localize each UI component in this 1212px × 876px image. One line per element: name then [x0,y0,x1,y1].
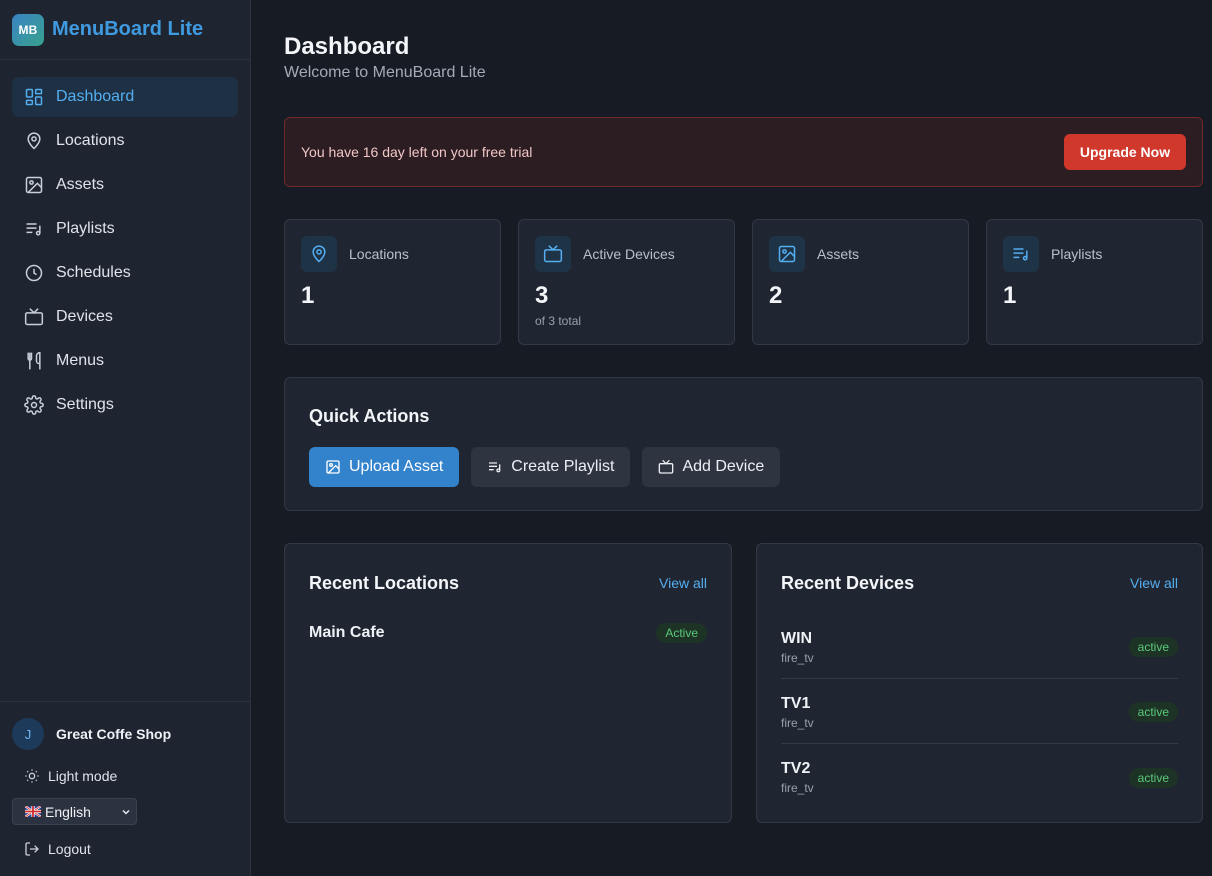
image-icon [325,459,341,475]
upload-asset-label: Upload Asset [349,458,444,475]
stat-value: 3 [535,282,549,309]
sidebar: MB MenuBoard Lite Dashboard Locations As… [0,0,251,876]
upload-asset-button[interactable]: Upload Asset [309,447,460,487]
sidebar-nav: Dashboard Locations Assets Playlists Sch… [0,60,250,425]
create-playlist-label: Create Playlist [511,458,615,475]
sidebar-item-label: Playlists [56,220,115,237]
stat-value: 1 [1003,282,1017,309]
map-pin-icon [301,236,337,272]
stat-label: Playlists [1051,246,1103,262]
logout-button[interactable]: Logout [12,837,238,861]
recent-devices-title: Recent Devices [781,572,915,593]
map-pin-icon [24,131,44,151]
playlist-icon [1003,236,1039,272]
quick-actions-title: Quick Actions [309,406,430,426]
sidebar-item-label: Assets [56,176,105,193]
sidebar-item-playlists[interactable]: Playlists [12,209,238,249]
add-device-button[interactable]: Add Device [642,447,781,487]
trial-message: You have 16 day left on your free trial [301,144,533,160]
stat-value: 1 [301,282,315,309]
account-name: Great Coffe Shop [56,726,172,742]
brand-logo: MB [12,13,44,46]
stat-card-assets[interactable]: Assets 2 [752,219,969,345]
brand[interactable]: MB MenuBoard Lite [0,0,250,60]
playlist-icon [24,219,44,239]
stat-subtext: of 3 total [535,314,582,328]
tv-icon [535,236,571,272]
upgrade-now-button[interactable]: Upgrade Now [1064,134,1186,170]
sidebar-item-locations[interactable]: Locations [12,121,238,161]
sun-icon [24,768,40,784]
sidebar-item-label: Settings [56,396,114,413]
sidebar-item-menus[interactable]: Menus [12,341,238,381]
status-badge: active [1128,637,1178,657]
device-type: fire_tv [781,650,814,665]
list-item[interactable]: TV2 fire_tv active [781,744,1178,809]
device-name: WIN [781,629,813,647]
recent-devices-panel: Recent Devices View all WIN fire_tv acti… [756,543,1203,823]
sidebar-item-dashboard[interactable]: Dashboard [12,77,238,117]
logout-label: Logout [48,841,91,857]
image-icon [769,236,805,272]
sidebar-item-assets[interactable]: Assets [12,165,238,205]
stat-label: Active Devices [583,246,675,262]
stat-label: Assets [817,246,860,262]
stats-row: Locations 1 Active Devices 3 of 3 total … [284,219,1203,345]
recent-locations-panel: Recent Locations View all Main Cafe Acti… [284,543,732,823]
sidebar-item-label: Devices [56,308,113,325]
create-playlist-button[interactable]: Create Playlist [471,447,631,487]
sidebar-item-label: Schedules [56,264,131,281]
image-icon [24,175,44,195]
utensils-icon [24,351,44,371]
device-name: TV2 [781,760,811,777]
status-badge: Active [656,623,707,643]
list-item[interactable]: WIN fire_tv active [781,614,1178,679]
sidebar-footer: J Great Coffe Shop Light mode English Lo… [0,701,250,861]
playlist-icon [487,459,503,475]
clock-icon [24,263,44,283]
stat-value: 2 [769,282,783,309]
uk-flag-icon [25,806,41,817]
location-name: Main Cafe [309,624,385,641]
language-select[interactable]: English [12,798,137,825]
logout-icon [24,841,40,857]
quick-actions-panel: Quick Actions Upload Asset Create Playli… [284,377,1203,511]
stat-card-locations[interactable]: Locations 1 [284,219,501,345]
status-badge: active [1128,702,1178,722]
avatar: J [12,718,44,750]
gear-icon [24,395,44,415]
sidebar-item-label: Locations [56,132,125,149]
add-device-label: Add Device [682,458,765,475]
page-title: Dashboard [284,33,410,60]
view-all-locations-link[interactable]: View all [659,575,707,591]
chevron-down-icon [120,806,132,818]
page-subtitle: Welcome to MenuBoard Lite [284,64,486,81]
dashboard-icon [24,87,44,107]
tv-icon [658,459,674,475]
device-type: fire_tv [781,715,814,730]
sidebar-item-schedules[interactable]: Schedules [12,253,238,293]
recent-locations-title: Recent Locations [309,572,460,593]
sidebar-item-label: Menus [56,352,105,369]
account-info[interactable]: J Great Coffe Shop [12,718,238,750]
list-item[interactable]: Main Cafe Active [309,623,707,643]
trial-banner: You have 16 day left on your free trial … [284,117,1203,187]
tv-icon [24,307,44,327]
stat-label: Locations [349,246,409,262]
stat-card-active-devices[interactable]: Active Devices 3 of 3 total [518,219,735,345]
stat-card-playlists[interactable]: Playlists 1 [986,219,1203,345]
list-item[interactable]: TV1 fire_tv active [781,679,1178,744]
brand-name: MenuBoard Lite [52,18,204,40]
device-type: fire_tv [781,781,814,795]
language-value: English [45,803,91,820]
device-name: TV1 [781,694,811,712]
sidebar-item-devices[interactable]: Devices [12,297,238,337]
view-all-devices-link[interactable]: View all [1130,575,1178,591]
light-mode-label: Light mode [48,768,118,784]
sidebar-item-settings[interactable]: Settings [12,385,238,425]
status-badge: active [1128,767,1178,788]
sidebar-item-label: Dashboard [56,88,135,105]
light-mode-toggle[interactable]: Light mode [12,764,238,788]
